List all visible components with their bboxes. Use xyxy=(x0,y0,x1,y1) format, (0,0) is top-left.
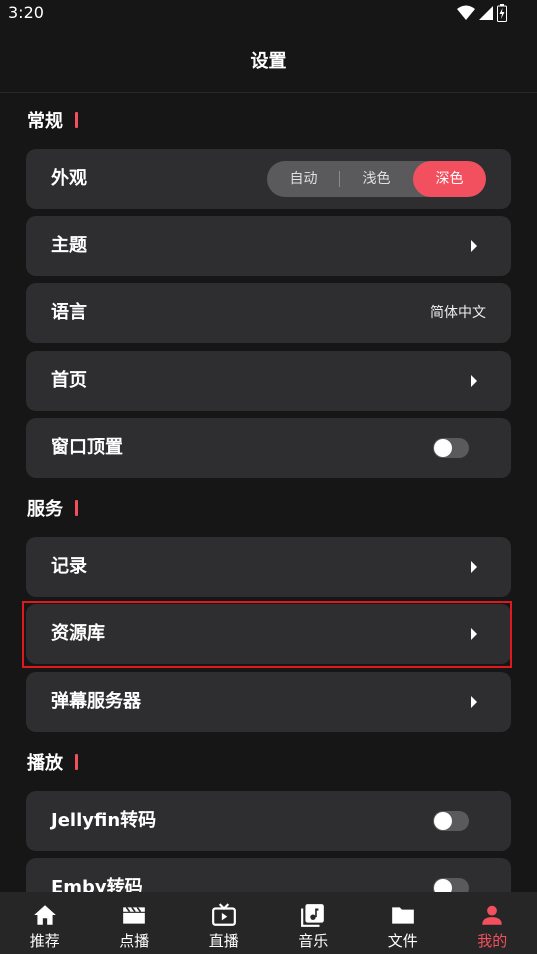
pin-window-label: 窗口顶置 xyxy=(51,437,123,458)
appearance-option-light[interactable]: 浅色 xyxy=(340,161,413,197)
chevron-right-icon xyxy=(471,696,477,708)
appearance-option-dark[interactable]: 深色 xyxy=(413,161,486,197)
nav-files-label: 文件 xyxy=(387,932,418,950)
appearance-option-dark-label: 深色 xyxy=(435,171,464,187)
bottom-navigation: 推荐 点播 直播 音乐 文件 我的 xyxy=(0,892,537,954)
jellyfin-label: Jellyfin转码 xyxy=(51,810,157,831)
section-general: 常规 xyxy=(27,107,78,133)
nav-live-label: 直播 xyxy=(208,932,239,950)
language-value: 简体中文 xyxy=(430,305,486,321)
section-accent-bar xyxy=(75,112,78,128)
status-time: 3:20 xyxy=(8,3,44,22)
nav-recommend[interactable]: 推荐 xyxy=(0,892,90,954)
status-bar: 3:20 xyxy=(0,0,537,26)
toggle-knob xyxy=(434,439,452,457)
section-general-title: 常规 xyxy=(27,111,63,132)
appearance-setting: 外观 自动 浅色 深色 xyxy=(26,149,511,209)
chevron-right-icon xyxy=(471,561,477,573)
wifi-icon xyxy=(457,5,475,20)
nav-files[interactable]: 文件 xyxy=(358,892,448,954)
section-services-title: 服务 xyxy=(27,499,63,520)
pin-window-toggle[interactable] xyxy=(433,438,469,458)
nav-on-demand-label: 点播 xyxy=(119,932,150,950)
section-accent-bar xyxy=(75,754,78,770)
signal-icon xyxy=(479,6,493,20)
home-icon xyxy=(33,905,56,925)
section-playback: 播放 xyxy=(27,749,78,775)
clapperboard-icon xyxy=(123,906,146,924)
language-label: 语言 xyxy=(51,302,87,323)
jellyfin-transcode-setting: Jellyfin转码 xyxy=(26,791,511,851)
chevron-right-icon xyxy=(471,240,477,252)
nav-recommend-label: 推荐 xyxy=(29,932,60,950)
status-icons xyxy=(457,4,507,22)
theme-label: 主题 xyxy=(51,235,87,256)
person-icon xyxy=(482,905,502,925)
nav-music-label: 音乐 xyxy=(298,932,329,950)
danmaku-server-setting[interactable]: 弹幕服务器 xyxy=(26,672,511,732)
appearance-option-light-label: 浅色 xyxy=(362,171,391,187)
pin-window-setting: 窗口顶置 xyxy=(26,418,511,478)
language-setting[interactable]: 语言 简体中文 xyxy=(26,283,511,343)
tv-icon xyxy=(211,903,236,926)
section-accent-bar xyxy=(75,500,78,516)
top-app-bar: 设置 xyxy=(0,26,537,93)
battery-icon xyxy=(497,4,507,22)
folder-icon xyxy=(391,907,414,924)
history-setting[interactable]: 记录 xyxy=(26,537,511,597)
danmaku-label: 弹幕服务器 xyxy=(51,691,141,712)
nav-live[interactable]: 直播 xyxy=(179,892,269,954)
nav-mine[interactable]: 我的 xyxy=(448,892,537,954)
nav-mine-label: 我的 xyxy=(477,932,508,950)
section-services: 服务 xyxy=(27,495,78,521)
history-label: 记录 xyxy=(51,556,87,577)
appearance-segmented-control: 自动 浅色 深色 xyxy=(267,161,486,197)
homepage-setting[interactable]: 首页 xyxy=(26,351,511,411)
appearance-option-auto[interactable]: 自动 xyxy=(267,161,340,197)
nav-music[interactable]: 音乐 xyxy=(269,892,359,954)
jellyfin-transcode-toggle[interactable] xyxy=(433,811,469,831)
selection-highlight xyxy=(22,601,512,668)
page-title: 设置 xyxy=(250,51,287,72)
appearance-option-auto-label: 自动 xyxy=(289,171,318,187)
theme-setting[interactable]: 主题 xyxy=(26,216,511,276)
nav-on-demand[interactable]: 点播 xyxy=(90,892,180,954)
toggle-knob xyxy=(434,812,452,830)
section-playback-title: 播放 xyxy=(27,753,63,774)
appearance-label: 外观 xyxy=(51,168,87,189)
chevron-right-icon xyxy=(471,375,477,387)
music-icon xyxy=(301,904,325,927)
homepage-label: 首页 xyxy=(51,370,87,391)
